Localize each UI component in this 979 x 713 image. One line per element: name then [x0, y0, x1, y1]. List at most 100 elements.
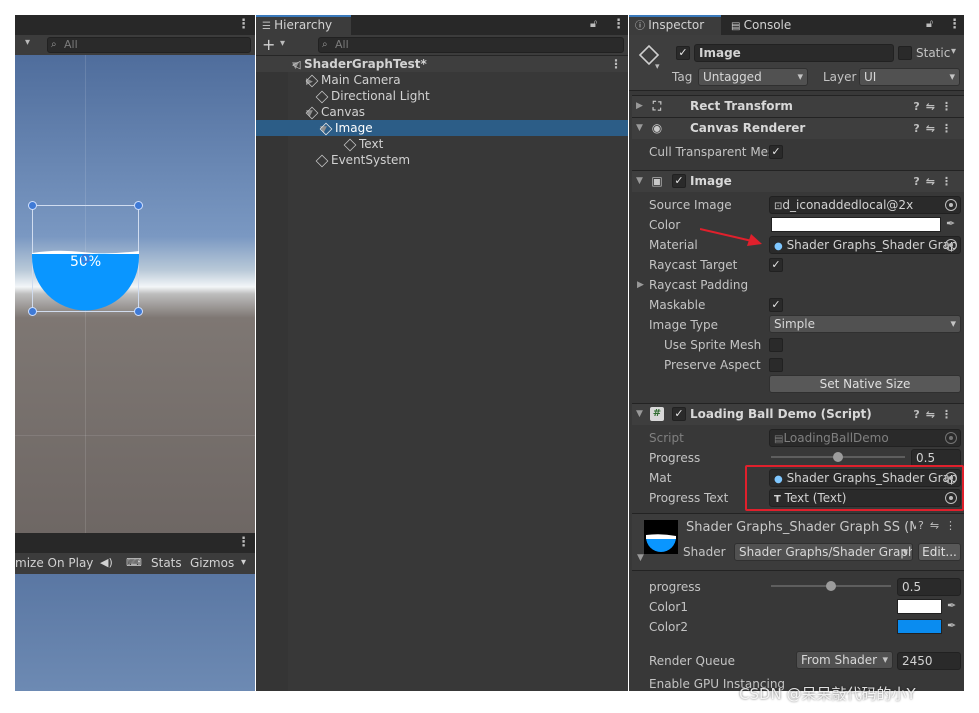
gizmos-button[interactable]: Gizmos: [190, 553, 234, 573]
fold-arrow-icon[interactable]: ▼: [636, 171, 643, 192]
tab-hierarchy[interactable]: ☰ Hierarchy: [256, 15, 351, 35]
lock-icon[interactable]: 🔓︎: [926, 17, 933, 31]
material-progress-label: progress: [649, 580, 701, 594]
resize-handle[interactable]: [134, 307, 143, 316]
keyboard-icon[interactable]: ⌨: [126, 553, 142, 573]
info-icon: ⓘ: [635, 21, 649, 32]
resize-handle[interactable]: [134, 201, 143, 210]
hierarchy-item-eventsystem[interactable]: EventSystem: [256, 152, 628, 168]
game-menu-icon[interactable]: ⋮: [237, 535, 250, 550]
eyedropper-icon[interactable]: ✒: [947, 619, 956, 632]
use-sprite-mesh-checkbox[interactable]: [769, 338, 783, 352]
cull-transparent-checkbox[interactable]: ✓: [769, 145, 783, 159]
resize-handle[interactable]: [28, 307, 37, 316]
image-type-dropdown[interactable]: Simple: [769, 315, 961, 333]
layer-dropdown[interactable]: UI: [859, 68, 960, 86]
eyedropper-icon[interactable]: ✒: [947, 599, 956, 612]
hierarchy-item-canvas[interactable]: ▼ Canvas: [256, 104, 628, 120]
lock-icon[interactable]: 🔓︎: [590, 17, 597, 31]
component-tools[interactable]: ?⇋⋮: [918, 519, 962, 532]
pivot-handle[interactable]: [81, 254, 90, 263]
icon-dropdown-icon[interactable]: ▾: [655, 62, 660, 72]
tab-inspector[interactable]: ⓘ Inspector: [629, 15, 721, 35]
inspector-menu-icon[interactable]: ⋮: [948, 17, 961, 32]
dropdown-arrow-icon[interactable]: ▾: [25, 37, 30, 48]
scene-menu-icon[interactable]: ⋮: [610, 56, 622, 72]
maximize-on-play-toggle[interactable]: mize On Play: [15, 553, 93, 573]
fold-arrow-icon[interactable]: ▼: [636, 118, 643, 139]
script-component-header[interactable]: ▼ # ✓ Loading Ball Demo (Script) ?⇋⋮: [632, 403, 964, 425]
render-queue-value-field[interactable]: 2450: [897, 652, 961, 670]
material-label: Material: [649, 238, 698, 252]
material-field[interactable]: ● Shader Graphs_Shader Grap: [769, 236, 961, 254]
mute-audio-icon[interactable]: ◀): [100, 553, 113, 573]
object-name-field[interactable]: Image: [694, 44, 894, 62]
image-component-header[interactable]: ▼ ▣ ✓ Image ?⇋⋮: [632, 170, 964, 192]
raycast-target-checkbox[interactable]: ✓: [769, 258, 783, 272]
scene-search-input[interactable]: ⌕ All: [47, 37, 251, 53]
gizmos-dropdown-icon[interactable]: ▾: [241, 553, 246, 573]
fold-arrow-icon[interactable]: ▼: [637, 553, 644, 563]
progress-slider-knob[interactable]: [833, 452, 843, 462]
script-enabled-checkbox[interactable]: ✓: [672, 407, 686, 421]
hierarchy-search-input[interactable]: ⌕ All: [318, 37, 624, 53]
component-tools[interactable]: ?⇋⋮: [913, 171, 958, 192]
hierarchy-item-image[interactable]: ▼ Image: [256, 120, 628, 136]
fold-arrow-icon[interactable]: ▼: [636, 404, 643, 425]
active-checkbox[interactable]: ✓: [676, 46, 690, 60]
resize-handle[interactable]: [28, 201, 37, 210]
color1-swatch[interactable]: [897, 599, 942, 614]
hierarchy-scene-root[interactable]: ▼◁ ShaderGraphTest* ⋮: [256, 56, 628, 72]
grid-line: [15, 435, 255, 436]
add-dropdown-icon[interactable]: ▾: [280, 38, 285, 49]
list-icon: ☰: [262, 21, 275, 32]
eyedropper-icon[interactable]: ✒: [946, 217, 955, 230]
fold-arrow-icon[interactable]: ▶: [636, 96, 643, 117]
preserve-aspect-checkbox[interactable]: [769, 358, 783, 372]
unity-scene-icon: ◁: [292, 58, 304, 71]
color-swatch[interactable]: [771, 217, 941, 232]
add-icon[interactable]: +: [262, 35, 275, 55]
material-progress-value-field[interactable]: 0.5: [897, 578, 961, 596]
layer-label: Layer: [823, 70, 857, 84]
scene-panel: ⋮ ▾ ⌕ All 50%: [15, 15, 255, 533]
render-queue-dropdown[interactable]: From Shader: [796, 651, 893, 669]
edit-shader-button[interactable]: Edit...: [918, 543, 961, 561]
source-image-field[interactable]: ⊡d_iconaddedlocal@2x: [769, 196, 961, 214]
scene-menu-icon[interactable]: ⋮: [237, 17, 250, 32]
hierarchy-item-main-camera[interactable]: ▶ Main Camera: [256, 72, 628, 88]
static-dropdown-icon[interactable]: ▾: [951, 46, 956, 57]
game-toolbar: mize On Play ◀) ⌨ Stats Gizmos ▾: [15, 553, 255, 574]
set-native-size-button[interactable]: Set Native Size: [769, 375, 961, 393]
hierarchy-item-text[interactable]: Text: [256, 136, 628, 152]
rect-transform-header[interactable]: ▶ ⛶ Rect Transform ?⇋⋮: [632, 95, 964, 117]
object-picker-icon[interactable]: [945, 239, 957, 251]
source-image-label: Source Image: [649, 198, 732, 212]
search-icon: ⌕: [51, 39, 57, 50]
shader-dropdown[interactable]: Shader Graphs/Shader Graph: [734, 543, 913, 561]
search-icon: ⌕: [322, 39, 328, 50]
component-tools[interactable]: ?⇋⋮: [913, 96, 958, 117]
tab-console[interactable]: ▤ Console: [725, 15, 815, 35]
raycast-target-label: Raycast Target: [649, 258, 738, 272]
annotation-highlight-box: [745, 465, 964, 511]
tag-dropdown[interactable]: Untagged: [698, 68, 808, 86]
hierarchy-menu-icon[interactable]: ⋮: [612, 17, 625, 32]
use-sprite-mesh-label: Use Sprite Mesh: [664, 338, 762, 352]
fold-arrow-icon[interactable]: ▶: [637, 280, 644, 290]
image-enabled-checkbox[interactable]: ✓: [672, 174, 686, 188]
game-viewport[interactable]: [15, 574, 255, 691]
hierarchy-item-directional-light[interactable]: Directional Light: [256, 88, 628, 104]
stats-button[interactable]: Stats: [151, 553, 182, 573]
color2-label: Color2: [649, 620, 688, 634]
maskable-checkbox[interactable]: ✓: [769, 298, 783, 312]
component-tools[interactable]: ?⇋⋮: [913, 118, 958, 139]
gameobject-icon: [315, 90, 329, 103]
color2-swatch[interactable]: [897, 619, 942, 634]
canvas-renderer-header[interactable]: ▼ ◉ Canvas Renderer ?⇋⋮: [632, 117, 964, 139]
object-picker-icon[interactable]: [945, 199, 957, 211]
static-checkbox[interactable]: [898, 46, 912, 60]
scene-viewport[interactable]: 50%: [15, 55, 255, 533]
material-progress-slider-knob[interactable]: [826, 581, 836, 591]
component-tools[interactable]: ?⇋⋮: [913, 404, 958, 425]
